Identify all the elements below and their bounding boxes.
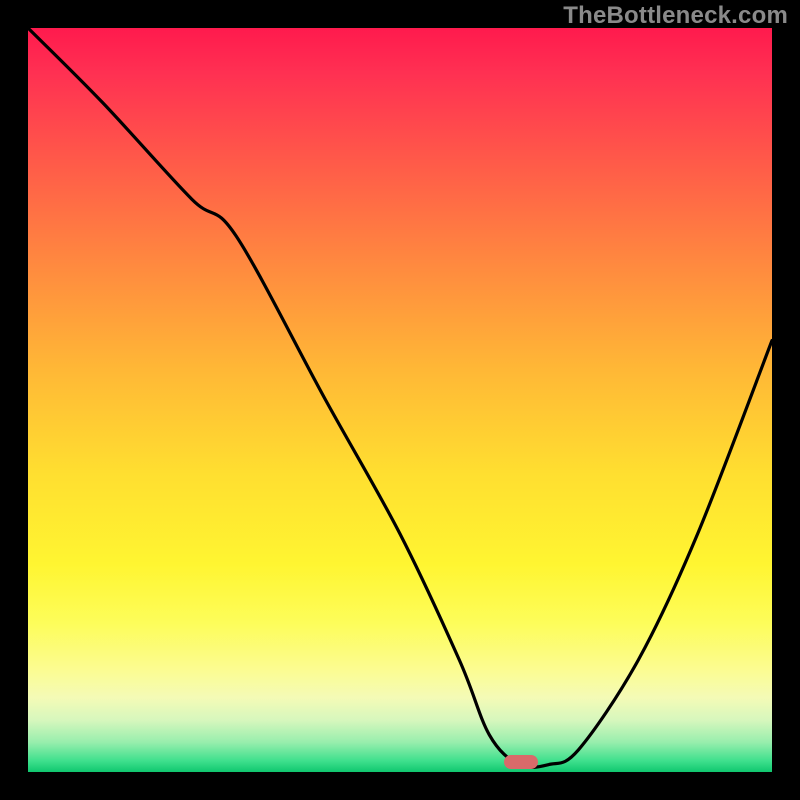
optimum-marker — [504, 755, 538, 769]
chart-canvas: TheBottleneck.com — [0, 0, 800, 800]
watermark-text: TheBottleneck.com — [563, 2, 788, 30]
bottleneck-curve — [28, 28, 772, 772]
plot-area — [28, 28, 772, 772]
